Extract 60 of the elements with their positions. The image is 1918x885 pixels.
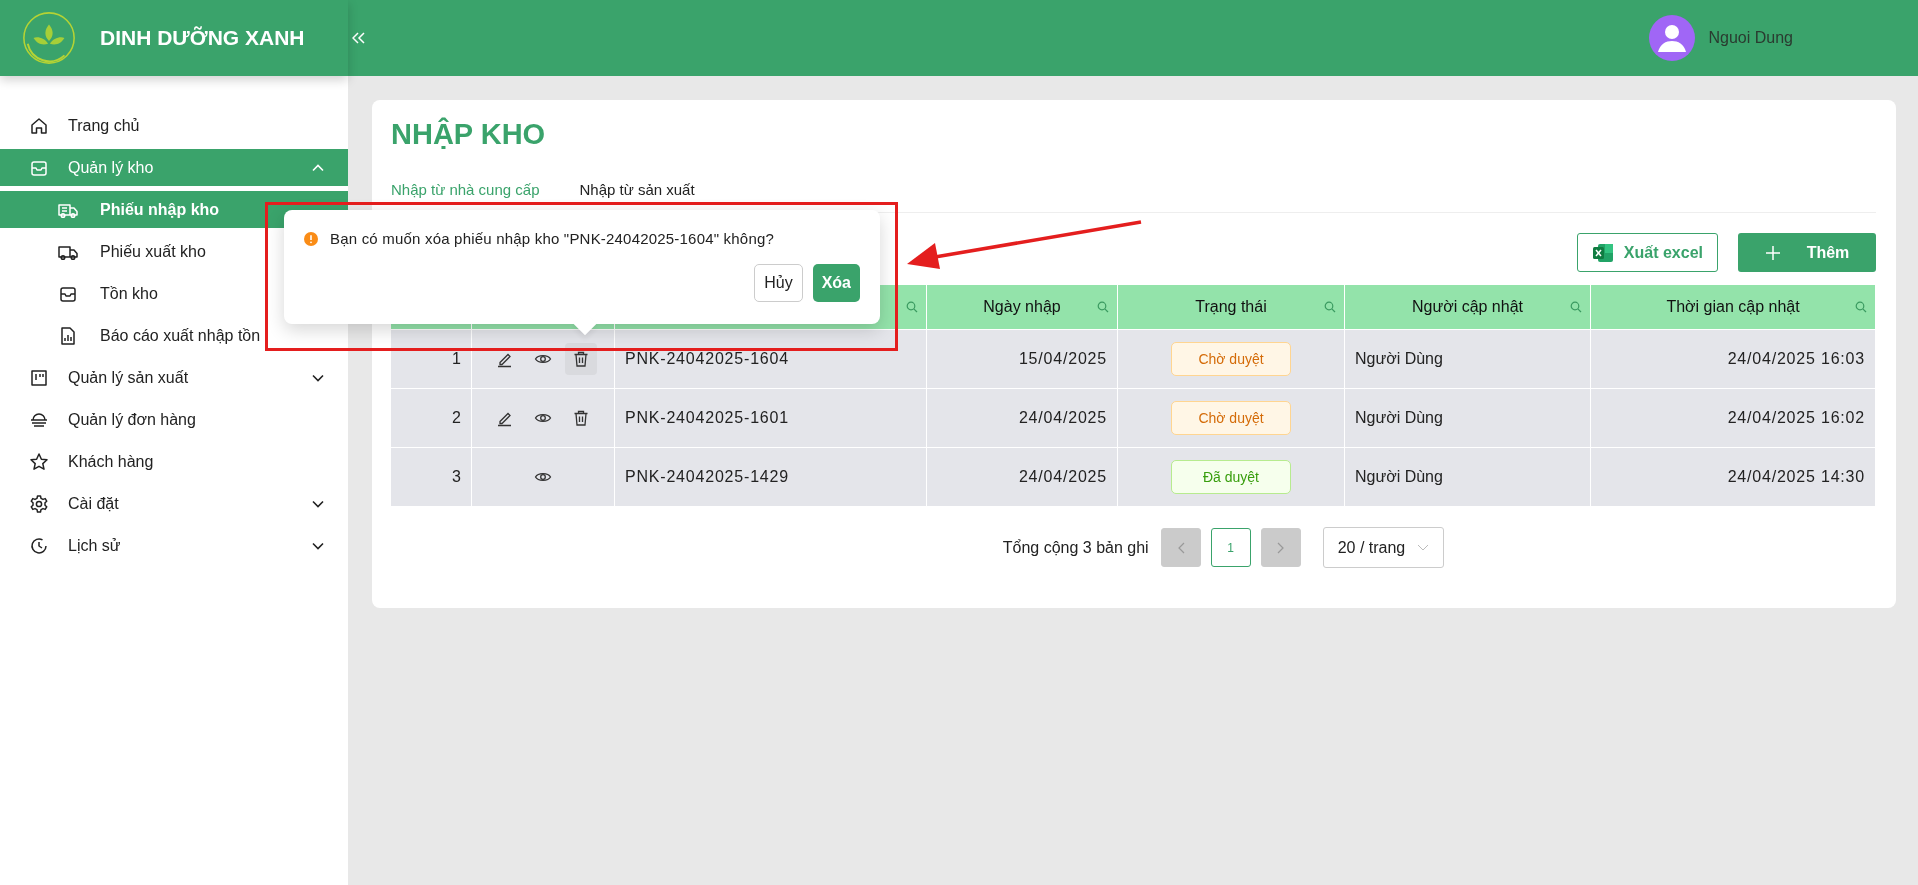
- sidebar-subitem[interactable]: Tồn kho: [0, 275, 348, 312]
- column-header: Ngày nhập: [927, 285, 1118, 329]
- clock-icon: [29, 535, 49, 556]
- user-name[interactable]: Nguoi Dung: [1708, 29, 1793, 47]
- table-cell: Người Dùng: [1345, 448, 1591, 506]
- chevron-left-icon: [1176, 541, 1185, 554]
- search-icon[interactable]: [1570, 301, 1582, 313]
- column-header: Trạng thái: [1118, 285, 1345, 329]
- table-cell: 24/04/2025 16:02: [1591, 389, 1876, 447]
- table-cell: 2: [391, 389, 472, 447]
- sidebar-item[interactable]: Khách hàng: [0, 443, 348, 480]
- page-title: NHẬP KHO: [391, 118, 547, 151]
- collapse-icon[interactable]: [352, 32, 366, 44]
- table-cell: 3: [391, 448, 472, 506]
- trash-icon: [572, 350, 590, 368]
- board-icon: [29, 367, 49, 388]
- search-icon[interactable]: [906, 301, 918, 313]
- status-tag: Đã duyệt: [1171, 460, 1291, 494]
- table-cell: 15/04/2025: [927, 330, 1118, 388]
- plus-icon: [1764, 244, 1781, 261]
- cancel-button[interactable]: Hủy: [754, 264, 803, 302]
- chevron-down-icon: [1417, 543, 1430, 552]
- home-icon: [29, 115, 49, 136]
- table-cell: 24/04/2025: [927, 448, 1118, 506]
- gear-icon: [29, 493, 49, 514]
- brand-name: DINH DƯỠNG XANH: [100, 26, 305, 50]
- table-cell: PNK-24042025-1429: [615, 448, 927, 506]
- trash-icon: [572, 409, 590, 427]
- column-header: Người cập nhật: [1345, 285, 1591, 329]
- confirm-message: Bạn có muốn xóa phiếu nhập kho "PNK-24042025-1604" không?: [330, 230, 775, 247]
- warning-icon: [304, 231, 318, 246]
- sidebar-subitem[interactable]: Báo cáo xuất nhập tồn: [0, 317, 348, 354]
- sidebar-item[interactable]: Lịch sử: [0, 527, 348, 564]
- avatar-icon[interactable]: [1648, 15, 1695, 61]
- chevron-right-icon: [1276, 541, 1285, 554]
- table-cell: 1: [391, 330, 472, 388]
- spreadsheet-icon: [1591, 242, 1614, 263]
- sidebar-item[interactable]: Quản lý sản xuất: [0, 359, 348, 396]
- table-cell: PNK-24042025-1601: [615, 389, 927, 447]
- table-cell: 24/04/2025: [927, 389, 1118, 447]
- table-cell: Người Dùng: [1345, 330, 1591, 388]
- delete-button[interactable]: [565, 343, 597, 375]
- leaf-logo-icon: [20, 9, 78, 67]
- status-tag: Chờ duyệt: [1171, 401, 1291, 435]
- table-cell: 24/04/2025 14:30: [1591, 448, 1876, 506]
- status-tag: Chờ duyệt: [1171, 342, 1291, 376]
- search-icon[interactable]: [1324, 301, 1336, 313]
- search-icon[interactable]: [1855, 301, 1867, 313]
- table-cell: Người Dùng: [1345, 389, 1591, 447]
- star-icon: [29, 451, 49, 472]
- table-cell: 24/04/2025 16:03: [1591, 330, 1876, 388]
- tab[interactable]: Nhập từ sản xuất: [579, 181, 695, 198]
- search-icon[interactable]: [1097, 301, 1109, 313]
- sidebar-item[interactable]: Cài đặt: [0, 485, 348, 522]
- sidebar-item[interactable]: Quản lý đơn hàng: [0, 401, 348, 438]
- sidebar-item[interactable]: Trang chủ: [0, 107, 348, 144]
- column-header: Thời gian cập nhật: [1591, 285, 1876, 329]
- total-count: Tổng cộng 3 bản ghi: [1002, 538, 1149, 557]
- table-cell: PNK-24042025-1604: [615, 330, 927, 388]
- page-size-select[interactable]: 20 / trang: [1322, 527, 1445, 568]
